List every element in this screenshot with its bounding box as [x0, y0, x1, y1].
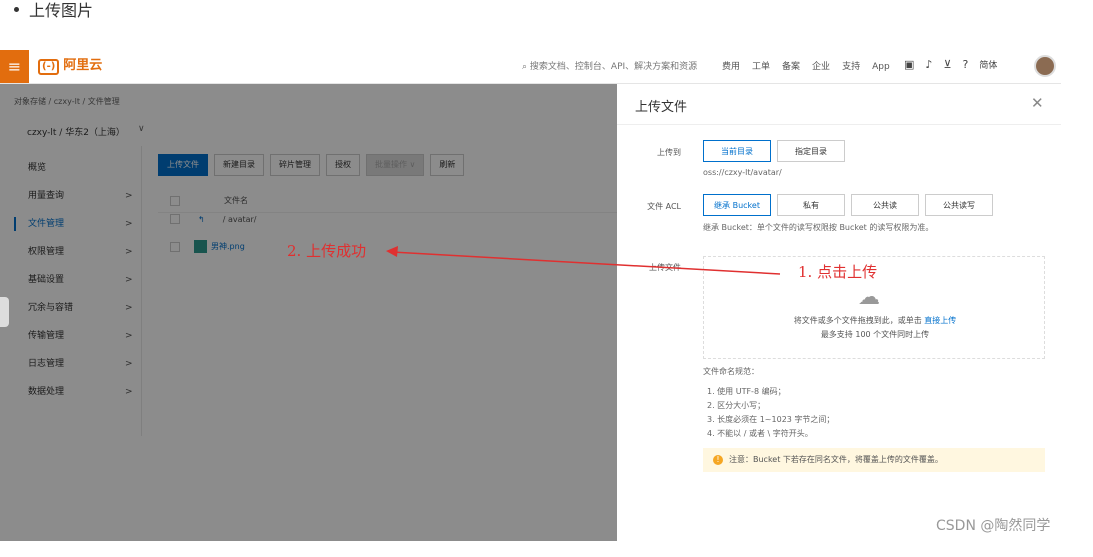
annotation-step2: 2. 上传成功	[287, 242, 367, 260]
bullet-dot-icon	[14, 7, 19, 12]
blog-bullet-item: 上传图片	[14, 0, 93, 22]
console-screenshot: ≡ (-) 阿里云 ⌕ 搜索文档、控制台、API、解决方案和资源 费用 工单 备案 企业…	[0, 50, 1061, 541]
arrow-head-icon	[386, 246, 398, 257]
arrow-line	[391, 251, 781, 275]
annotation-step1: 1. 点击上传	[798, 263, 878, 281]
blog-bullet-text: 上传图片	[29, 1, 94, 20]
watermark: CSDN @陶然同学	[936, 518, 1051, 534]
annotation-arrow	[386, 246, 781, 275]
